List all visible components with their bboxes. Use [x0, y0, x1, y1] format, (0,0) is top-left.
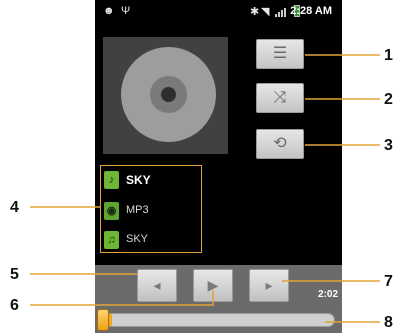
- callout-1: 1: [384, 47, 393, 64]
- callout-8: 8: [384, 314, 393, 331]
- bluetooth-icon: ✱: [250, 6, 260, 18]
- callout-7: 7: [384, 273, 393, 290]
- track-album: MP3: [126, 204, 149, 216]
- track-album-row: ◉ MP3: [101, 199, 201, 223]
- progress-area: [95, 305, 342, 333]
- track-artist-row: ♫ SKY: [101, 228, 201, 252]
- callout-2: 2: [384, 91, 393, 108]
- callout-6: 6: [10, 297, 19, 314]
- play-icon: ▶: [207, 277, 219, 293]
- seek-thumb[interactable]: [97, 309, 109, 331]
- repeat-button[interactable]: ⟲: [256, 129, 304, 159]
- track-title-row: ♪ SKY: [101, 168, 201, 192]
- android-icon: ☻: [103, 5, 115, 17]
- artist-icon: ♫: [104, 231, 119, 249]
- disc-icon: [121, 47, 216, 142]
- callout-5: 5: [10, 266, 19, 283]
- next-icon: ▸: [265, 277, 273, 293]
- elapsed-time: 2:02: [317, 289, 338, 300]
- seek-bar[interactable]: [99, 313, 335, 327]
- wifi-icon: ◥: [261, 6, 270, 18]
- next-button[interactable]: ▸: [249, 269, 289, 302]
- status-time: 2:28 AM: [290, 5, 332, 17]
- album-icon: ◉: [104, 202, 119, 220]
- usb-icon: Ψ: [121, 5, 131, 17]
- callout-3: 3: [384, 137, 393, 154]
- track-artist: SKY: [126, 233, 149, 245]
- shuffle-button[interactable]: ⤨: [256, 83, 304, 113]
- repeat-icon: ⟲: [273, 135, 287, 152]
- track-title: SKY: [126, 173, 151, 187]
- callout-4: 4: [10, 199, 19, 216]
- previous-button[interactable]: ◂: [137, 269, 177, 302]
- shuffle-icon: ⤨: [273, 89, 287, 106]
- previous-icon: ◂: [153, 277, 161, 293]
- list-icon: ☰: [272, 45, 288, 62]
- microphone-icon: ♪: [104, 171, 119, 189]
- signal-icon: [275, 7, 289, 17]
- play-button[interactable]: ▶: [193, 269, 233, 302]
- playlist-button[interactable]: ☰: [256, 39, 304, 69]
- playback-controls: ◂ ▶ ▸ 2:02: [95, 265, 342, 305]
- status-bar: ☻ Ψ ✱ ◥ 2:28 AM: [95, 0, 342, 24]
- album-art: [103, 37, 228, 154]
- track-info: ♪ SKY ◉ MP3 ♫ SKY: [100, 165, 202, 253]
- phone-screen: ☻ Ψ ✱ ◥ 2:28 AM ☰ ⤨ ⟲ ♪ SKY ◉ MP3 ♫ SKY: [95, 0, 342, 333]
